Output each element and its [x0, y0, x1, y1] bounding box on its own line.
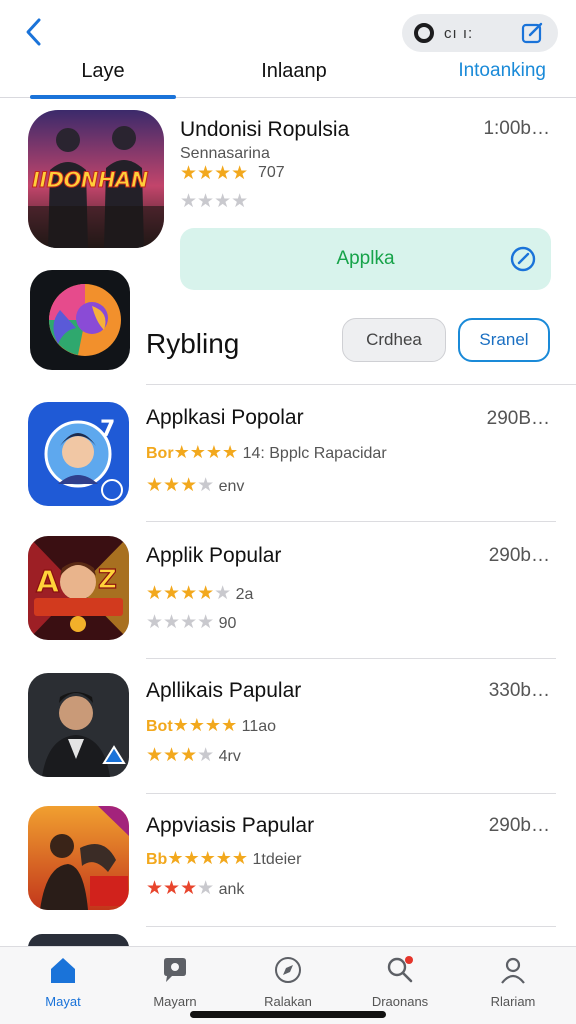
- segment-tabs: Laye Inlaanp Intoanking: [0, 58, 576, 99]
- featured-title: Undonisi Ropulsia: [180, 118, 350, 141]
- tabbar-item-rlariam[interactable]: Rlariam: [468, 955, 558, 1009]
- featured-subtitle: Sennasarina: [180, 145, 270, 162]
- chat-bubble-icon: [164, 958, 186, 982]
- tab-laye[interactable]: Laye: [30, 60, 176, 99]
- tab-inlaanp[interactable]: Inlaanp: [234, 60, 354, 98]
- search-icon: [387, 956, 413, 983]
- tab-intoanking[interactable]: Intoanking: [436, 60, 546, 98]
- app-title-3: Apllikais Papular: [146, 679, 302, 702]
- app-rating-text-3: 11ao: [241, 718, 277, 735]
- back-chevron-icon: [26, 18, 41, 46]
- app-rating-line-3: Bot★★★★ 11ao: [146, 715, 277, 735]
- divider: [146, 658, 556, 659]
- tabbar-item-mayat[interactable]: Mayat: [18, 955, 108, 1009]
- app-title-2: Applik Popular: [146, 544, 282, 567]
- tabbar-item-ralakan[interactable]: Ralakan: [243, 955, 333, 1009]
- featured-rating-stars: ★★★★: [180, 163, 249, 184]
- back-button[interactable]: [18, 14, 48, 50]
- svg-text:7: 7: [100, 417, 115, 442]
- app-rating-text2-3: 4rv: [218, 748, 241, 765]
- pill-text: cı ı:: [444, 24, 474, 42]
- tabbar-item-draonans[interactable]: Draonans: [355, 955, 445, 1009]
- tabbar-item-mayarn[interactable]: Mayarn: [130, 955, 220, 1009]
- divider: [146, 384, 576, 385]
- top-bar: cı ı:: [0, 0, 576, 58]
- app-rating-prefix-1: Bor: [146, 445, 174, 462]
- app-rating-text2-2: 90: [218, 615, 237, 632]
- top-action-pill[interactable]: cı ı:: [402, 14, 558, 52]
- app-size-3: 330b…: [488, 680, 550, 701]
- svg-text:Z: Z: [98, 565, 117, 595]
- app-size-4: 290b…: [488, 815, 550, 836]
- app-size-2: 290b…: [488, 545, 550, 566]
- app-stars-1: ★★★★: [173, 442, 239, 462]
- app-size-1: 290B…: [486, 408, 550, 429]
- tabbar-label: Ralakan: [264, 994, 312, 1009]
- app-icon-4[interactable]: [28, 806, 129, 910]
- app-rating-line-2: ★★★★★ 2a: [146, 583, 254, 604]
- featured-rating-stars-secondary: ★★★★: [180, 191, 249, 212]
- rybling-app-icon[interactable]: [30, 270, 130, 370]
- app-rating-prefix-4: Bb: [146, 851, 168, 868]
- app-rating-text-4: 1tdeier: [252, 851, 302, 868]
- app-rating-text2-4: ank: [218, 881, 245, 898]
- featured-rating-count: 707: [258, 164, 285, 181]
- app-rating-line2-3: ★★★★ 4rv: [146, 745, 241, 766]
- app-rating-line2-4: ★★★★ ank: [146, 878, 245, 899]
- home-indicator[interactable]: [190, 1011, 386, 1018]
- app-rating-text2-1: env: [218, 478, 245, 495]
- home-icon: [51, 958, 75, 983]
- tabbar-label: Mayarn: [153, 994, 197, 1009]
- rybling-title: Rybling: [146, 328, 240, 359]
- app-rating-line2-2: ★★★★ 90: [146, 612, 237, 633]
- app-icon-1[interactable]: 7: [28, 402, 129, 506]
- app-rating-line2-1: ★★★★ env: [146, 475, 245, 496]
- featured-app-icon[interactable]: IIDONHAN: [28, 110, 164, 248]
- tabbar-label: Draonans: [371, 994, 429, 1009]
- app-title-1: Applkasi Popolar: [146, 406, 304, 429]
- app-icon-3[interactable]: [28, 673, 129, 777]
- app-rating-prefix-3: Bot: [146, 718, 173, 735]
- tabbar-label: Rlariam: [490, 994, 536, 1009]
- app-rating-line-4: Bb★★★★★ 1tdeier: [146, 848, 302, 868]
- app-rating-text-2: 2a: [235, 586, 254, 603]
- compass-icon: [275, 957, 301, 983]
- divider: [146, 793, 556, 794]
- ring-icon: [414, 23, 434, 43]
- install-button[interactable]: Applka: [180, 228, 551, 290]
- svg-text:A: A: [36, 565, 60, 600]
- edit-circle-icon: [510, 246, 536, 272]
- divider: [146, 521, 556, 522]
- featured-size: 1:00b…: [483, 118, 550, 139]
- edit-square-icon[interactable]: [520, 20, 546, 46]
- app-rating-line-1: Bor★★★★ 14: Bpplc Rapacidar: [146, 442, 387, 463]
- divider: [146, 926, 556, 927]
- rybling-primary-button[interactable]: Sranel: [458, 318, 550, 362]
- rybling-secondary-button[interactable]: Crdhea: [342, 318, 446, 362]
- app-title-4: Appviasis Papular: [146, 814, 315, 837]
- app-icon-2[interactable]: A Z: [28, 536, 129, 640]
- install-button-label: Applka: [336, 248, 395, 269]
- app-rating-text-1: 14: Bpplc Rapacidar: [242, 445, 387, 462]
- profile-icon: [501, 957, 525, 984]
- featured-icon-text: IIDONHAN: [32, 168, 149, 193]
- tabbar-label: Mayat: [45, 994, 81, 1009]
